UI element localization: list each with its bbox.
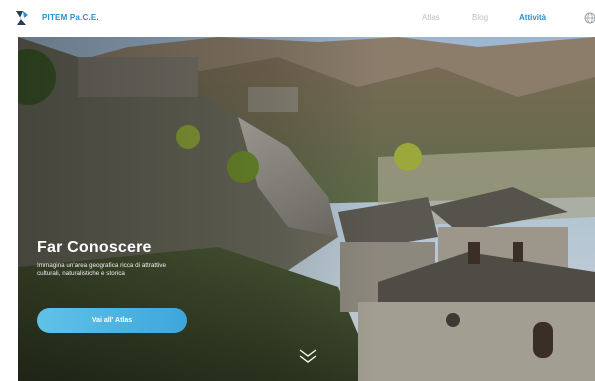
hero-description-line-1: Immagina un'area geografica ricca di att… — [37, 262, 166, 269]
nav-link-blog[interactable]: Blog — [472, 13, 488, 22]
double-chevron-down-icon[interactable] — [298, 348, 318, 364]
go-to-atlas-button[interactable]: Vai all' Atlas — [37, 308, 187, 333]
hero-description-line-2: culturali, naturalistiche e storica — [37, 270, 125, 277]
brand-name[interactable]: PITEM Pa.C.E. — [42, 13, 99, 22]
logo-icon — [16, 11, 28, 25]
nav-link-attivita[interactable]: Attività — [519, 13, 546, 22]
nav-link-atlas[interactable]: Atlas — [422, 13, 440, 22]
globe-icon[interactable] — [584, 12, 595, 24]
top-navbar: PITEM Pa.C.E. Atlas Blog Attività — [0, 0, 595, 37]
hero-description: Immagina un'area geografica ricca di att… — [37, 262, 237, 278]
hero-title: Far Conoscere — [37, 239, 152, 256]
hero-banner: Far Conoscere Immagina un'area geografic… — [18, 37, 595, 381]
logo[interactable] — [14, 9, 30, 27]
